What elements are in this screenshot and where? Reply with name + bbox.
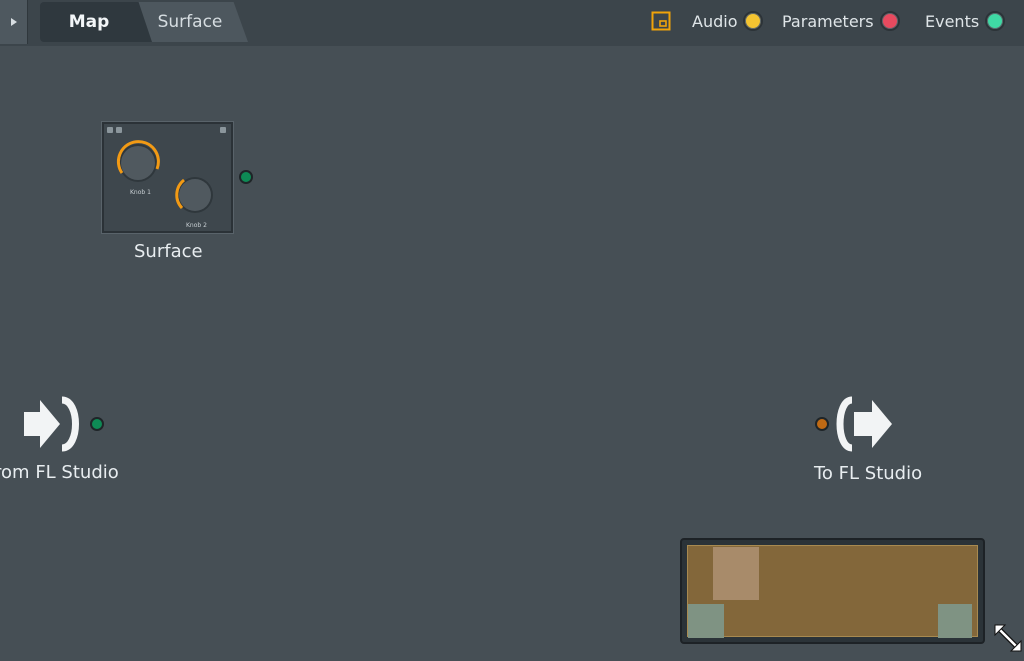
audio-color-dot bbox=[743, 11, 764, 31]
parameters-color-dot bbox=[879, 11, 900, 31]
knob-2[interactable] bbox=[172, 172, 218, 218]
knob-2-label: Knob 2 bbox=[186, 222, 207, 229]
minimap-to-fl-node bbox=[938, 604, 972, 638]
minimap-surface-node bbox=[713, 547, 759, 600]
triangle-right-icon bbox=[10, 18, 17, 26]
tab-surface-label: Surface bbox=[157, 12, 223, 32]
legend-audio[interactable]: Audio bbox=[692, 8, 764, 34]
from-fl-label-clip: From FL Studio bbox=[0, 462, 140, 488]
close-icon bbox=[116, 127, 122, 133]
menu-button[interactable] bbox=[0, 0, 28, 44]
legend-events-label: Events bbox=[925, 11, 980, 31]
toolbar: Surface Map Audio Parameters Events bbox=[0, 0, 1024, 46]
minimap[interactable] bbox=[680, 538, 985, 644]
expand-icon bbox=[220, 127, 226, 133]
tab-map-label: Map bbox=[68, 12, 110, 32]
output-icon[interactable] bbox=[834, 394, 904, 454]
legend-parameters-label: Parameters bbox=[782, 11, 874, 31]
legend-parameters[interactable]: Parameters bbox=[782, 8, 900, 34]
picture-in-picture-icon[interactable] bbox=[651, 11, 671, 31]
minimap-from-fl-node bbox=[688, 604, 724, 638]
input-icon[interactable] bbox=[20, 394, 86, 454]
to-fl-audio-input-port[interactable] bbox=[815, 417, 829, 431]
knob-1-label: Knob 1 bbox=[130, 189, 151, 196]
from-fl-studio-label: From FL Studio bbox=[0, 462, 119, 483]
pin-icon bbox=[107, 127, 113, 133]
minimap-viewport[interactable] bbox=[687, 545, 978, 638]
from-fl-event-output-port[interactable] bbox=[90, 417, 104, 431]
knob-1[interactable] bbox=[114, 139, 162, 187]
events-color-dot bbox=[985, 11, 1006, 31]
resize-handle-icon[interactable] bbox=[992, 622, 1024, 654]
surface-node-label: Surface bbox=[134, 241, 203, 262]
to-fl-studio-label: To FL Studio bbox=[814, 463, 923, 484]
surface-node-thumbnail[interactable]: Knob 1 Knob 2 bbox=[102, 122, 233, 233]
tab-map[interactable]: Map bbox=[40, 2, 152, 42]
surface-event-output-port[interactable] bbox=[239, 170, 253, 184]
legend-audio-label: Audio bbox=[692, 11, 738, 31]
legend-events[interactable]: Events bbox=[925, 8, 1006, 34]
